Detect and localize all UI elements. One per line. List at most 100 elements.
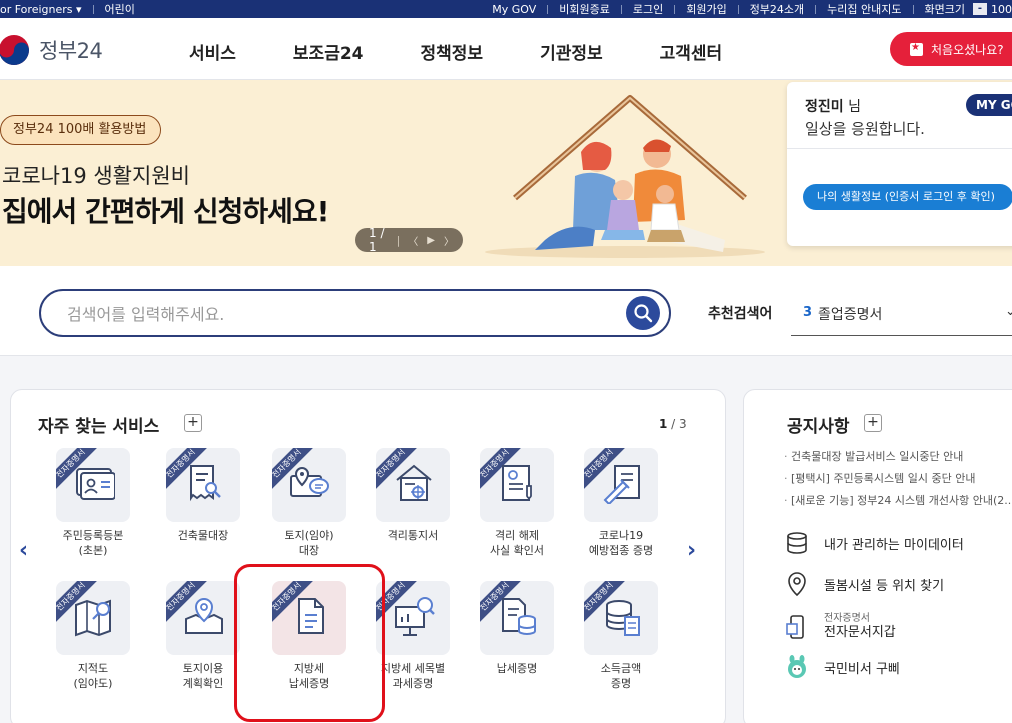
divider: [912, 4, 914, 14]
mygov-button[interactable]: MY GOV: [966, 94, 1012, 116]
quick-care-location[interactable]: 돌봄시설 등 위치 찾기: [784, 571, 944, 597]
service-label: 소득금액 증명: [600, 662, 642, 690]
recommended-label: 추천검색어: [708, 306, 773, 322]
bookmark-star-icon: [910, 42, 923, 56]
quick-wallet-label: 전자문서지갑: [824, 625, 896, 640]
site-header: 정부24 서비스 보조금24 정책정보 기관정보 고객센터 처음오셨나요?: [0, 18, 1012, 80]
play-icon[interactable]: ▶: [427, 235, 435, 246]
service-tile: 전자증명서: [56, 448, 130, 522]
quick-wallet-small: 전자증명서: [824, 613, 870, 624]
foreigners-link[interactable]: or Foreigners ▾: [0, 3, 82, 16]
service-label: 납세증명: [496, 662, 538, 675]
nav-policy[interactable]: 정책정보: [421, 39, 484, 64]
notice-more-button[interactable]: +: [864, 414, 882, 432]
nav-support[interactable]: 고객센터: [660, 39, 723, 64]
main-nav: 서비스 보조금24 정책정보 기관정보 고객센터: [189, 39, 779, 64]
banner-headline: 집에서 간편하게 신청하세요!: [2, 195, 329, 228]
services-page-indicator: 1 / 3: [659, 417, 687, 431]
quick-mydata[interactable]: 내가 관리하는 마이데이터: [784, 530, 964, 556]
services-next-arrow[interactable]: ›: [687, 538, 696, 563]
phone-document-icon: [784, 614, 810, 640]
search-button[interactable]: [626, 296, 660, 330]
highlight-outline: [234, 564, 385, 722]
utility-bar: or Foreigners ▾ 어린이 My GOV 비회원증료 로그인 회원가…: [0, 0, 1012, 18]
chevron-down-icon[interactable]: ⌄: [1005, 304, 1012, 319]
service-tile: 전자증명서: [376, 581, 450, 655]
login-link[interactable]: 로그인: [633, 1, 663, 17]
zoom-out-button[interactable]: -: [973, 3, 987, 15]
services-page-total: / 3: [667, 417, 687, 431]
about-link[interactable]: 정부24소개: [750, 1, 804, 17]
quick-e-wallet[interactable]: 전자증명서 전자문서지갑: [784, 612, 896, 641]
services-more-button[interactable]: +: [184, 414, 202, 432]
search-input[interactable]: [67, 302, 607, 326]
service-tile: 전자증명서: [166, 448, 240, 522]
service-label: 코로나19 예방접종 증명: [588, 529, 654, 557]
user-name-suffix: 님: [843, 99, 861, 115]
next-slide-icon[interactable]: 〉: [444, 233, 454, 248]
user-name: 정진미 님: [805, 96, 861, 116]
divider: [787, 148, 1012, 149]
logo-text: 정부24: [39, 39, 103, 63]
nav-agency[interactable]: 기관정보: [540, 39, 603, 64]
land-use-icon: [185, 597, 223, 634]
kids-link[interactable]: 어린이: [105, 1, 135, 17]
recommended-dropdown[interactable]: 3 졸업증명서 ⌄: [791, 294, 1012, 336]
frequent-services-title: 자주 찾는 서비스: [38, 417, 160, 437]
sitemap-link[interactable]: 누리집 안내지도: [827, 1, 901, 17]
vaccine-icon: [603, 465, 640, 504]
notice-item[interactable]: [새로운 기능] 정부24 시스템 개선사항 안내(2...: [784, 490, 1012, 512]
service-label: 지적도 (임야도): [73, 662, 113, 690]
id-card-icon: [76, 468, 115, 500]
user-greeting: 일상을 응원합니다.: [805, 120, 925, 138]
service-tile: 전자증명서: [584, 581, 658, 655]
service-label: 격리 해제 사실 확인서: [489, 529, 545, 557]
divider: [737, 4, 739, 14]
service-label: 격리통지서: [387, 529, 439, 542]
quick-care-label: 돌봄시설 등 위치 찾기: [824, 578, 945, 594]
service-tile: 전자증명서: [166, 581, 240, 655]
services-prev-arrow[interactable]: ‹: [19, 538, 28, 563]
prev-slide-icon[interactable]: 〈: [408, 233, 418, 248]
notice-title: 공지사항: [787, 417, 850, 437]
search-box: [39, 289, 671, 337]
banner-tag[interactable]: 정부24 100배 활용방법: [0, 115, 162, 145]
database-icon: [784, 530, 810, 556]
notice-item[interactable]: 건축물대장 발급서비스 일시중단 안내: [784, 446, 1012, 468]
signup-link[interactable]: 회원가입: [686, 1, 726, 17]
tax-payment-icon: [502, 598, 536, 635]
user-name-value: 정진미: [805, 99, 844, 115]
divider: [620, 4, 622, 14]
service-tile: 전자증명서: [56, 581, 130, 655]
notice-card: 공지사항 + 건축물대장 발급서비스 일시중단 안내 [평택시] 주민등록시스템…: [743, 389, 1012, 723]
screen-size-label: 화면크기: [924, 3, 965, 16]
nonmember-link[interactable]: 비회원증료: [559, 1, 610, 17]
nav-subsidy[interactable]: 보조금24: [293, 39, 364, 64]
service-label: 주민등록등본 (초본): [62, 529, 124, 557]
quarantine-release-icon: [502, 465, 532, 501]
my-life-info-button[interactable]: 나의 생활정보 (인증서 로그인 후 확인): [803, 184, 1012, 210]
notice-list: 건축물대장 발급서비스 일시중단 안내 [평택시] 주민등록시스템 일시 중단 …: [784, 446, 1012, 512]
service-label: 토지(임야) 대장: [284, 529, 334, 557]
quarantine-notice-icon: [396, 464, 432, 501]
mygov-link[interactable]: My GOV: [492, 3, 536, 16]
quick-gubbi-bot[interactable]: 국민비서 구삐: [784, 654, 900, 680]
notice-item[interactable]: [평택시] 주민등록시스템 일시 중단 안내: [784, 468, 1012, 490]
first-visit-button[interactable]: 처음오셨나요?: [890, 32, 1012, 66]
pager-count: 1 / 1: [369, 226, 385, 254]
site-logo[interactable]: 정부24: [0, 32, 103, 68]
banner-pager: 1 / 1 | 〈 ▶ 〉: [355, 226, 463, 254]
pager-divider: |: [396, 233, 401, 247]
taegeuk-logo-icon: [0, 35, 29, 65]
divider: [547, 4, 549, 14]
nav-services[interactable]: 서비스: [189, 39, 236, 64]
building-ledger-icon: [190, 465, 221, 502]
divider: [92, 4, 94, 14]
zoom-level: 100: [991, 2, 1012, 16]
recommended-term[interactable]: 졸업증명서: [818, 304, 882, 324]
divider: [815, 4, 817, 14]
service-tile: 전자증명서: [584, 448, 658, 522]
user-panel: 정진미 님 일상을 응원합니다. MY GOV 나의 생활정보 (인증서 로그인…: [787, 82, 1012, 246]
gubbi-mascot-icon: [784, 654, 810, 680]
cadastral-map-icon: [75, 599, 111, 637]
